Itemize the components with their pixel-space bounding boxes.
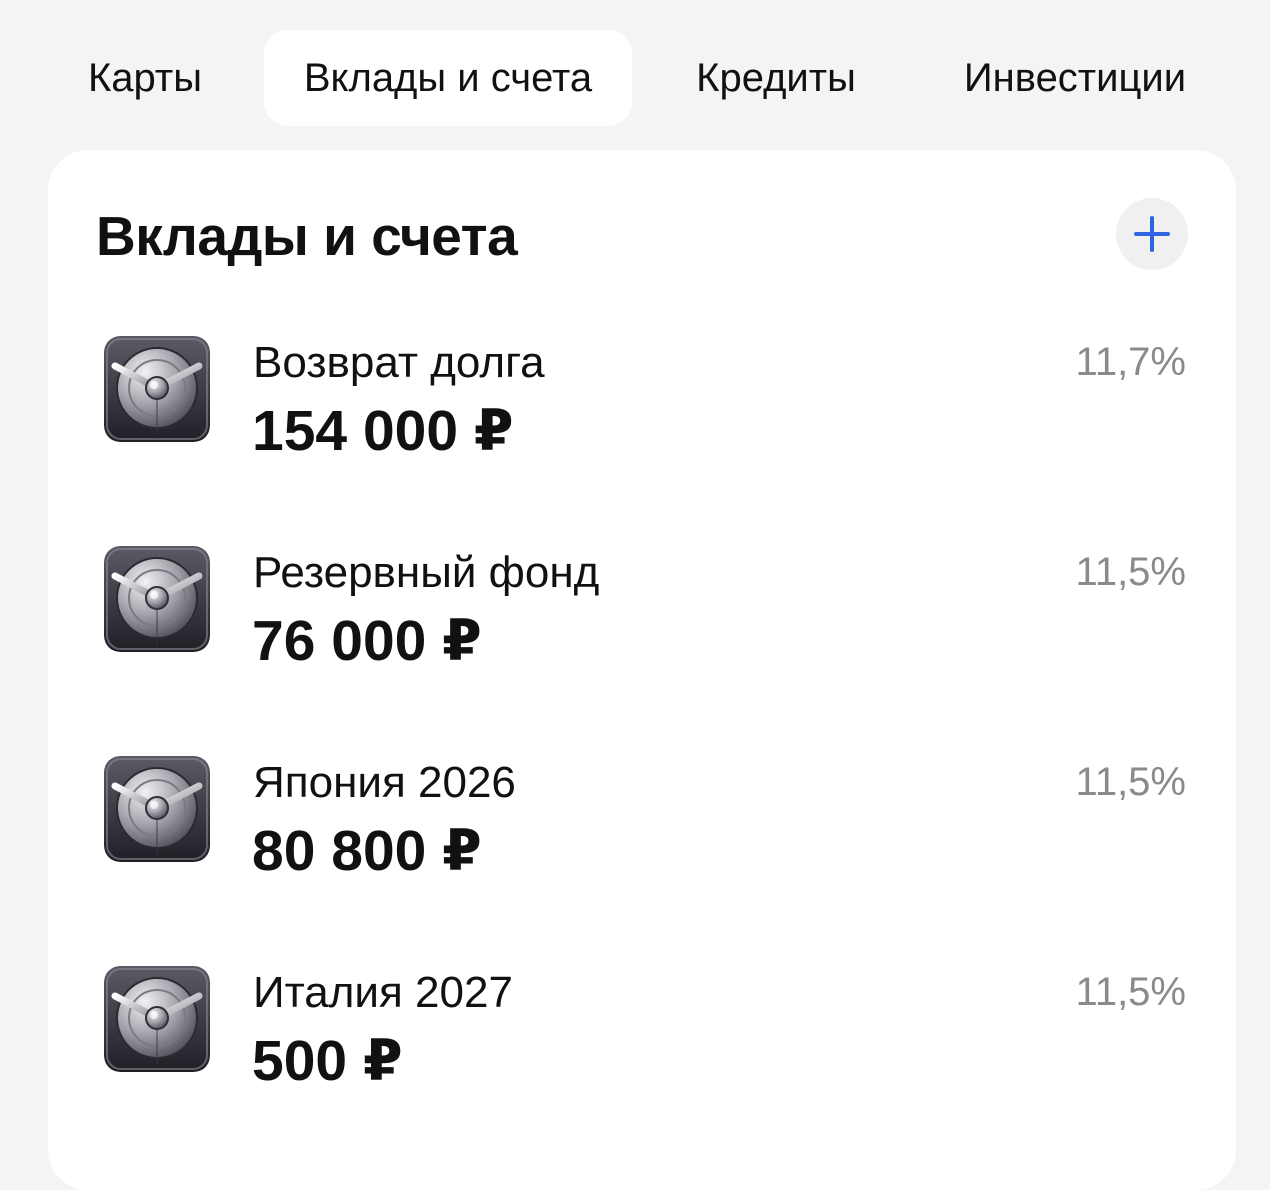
deposits-card: Вклады и счета Возврат долга 154 000 ₽ 1…	[48, 150, 1236, 1190]
account-row[interactable]: Резервный фонд 76 000 ₽ 11,5%	[48, 546, 1236, 696]
account-row[interactable]: Италия 2027 500 ₽ 11,5%	[48, 966, 1236, 1116]
account-name: Италия 2027	[253, 968, 513, 1017]
account-amount: 76 000 ₽	[252, 609, 482, 673]
safe-vault-icon	[104, 756, 210, 862]
tab-deposits-accounts[interactable]: Вклады и счета	[264, 30, 632, 126]
safe-vault-icon	[104, 546, 210, 652]
account-name: Возврат долга	[253, 338, 545, 387]
account-amount: 80 800 ₽	[252, 819, 482, 883]
plus-icon	[1134, 216, 1170, 252]
account-rate: 11,7%	[1075, 340, 1186, 384]
section-title: Вклады и счета	[96, 205, 518, 267]
safe-vault-icon	[104, 336, 210, 442]
tab-investments[interactable]: Инвестиции	[930, 30, 1220, 126]
account-name: Япония 2026	[253, 758, 516, 807]
account-rate: 11,5%	[1075, 970, 1186, 1014]
tab-cards[interactable]: Карты	[60, 30, 230, 126]
safe-vault-icon	[104, 966, 210, 1072]
account-amount: 154 000 ₽	[252, 399, 514, 463]
account-rate: 11,5%	[1075, 760, 1186, 804]
add-account-button[interactable]	[1116, 198, 1188, 270]
account-rate: 11,5%	[1075, 550, 1186, 594]
account-row[interactable]: Возврат долга 154 000 ₽ 11,7%	[48, 336, 1236, 486]
account-amount: 500 ₽	[252, 1029, 403, 1093]
account-row[interactable]: Япония 2026 80 800 ₽ 11,5%	[48, 756, 1236, 906]
tab-credits[interactable]: Кредиты	[662, 30, 890, 126]
tab-bar: Карты Вклады и счета Кредиты Инвестиции	[0, 0, 1270, 150]
account-name: Резервный фонд	[253, 548, 600, 597]
